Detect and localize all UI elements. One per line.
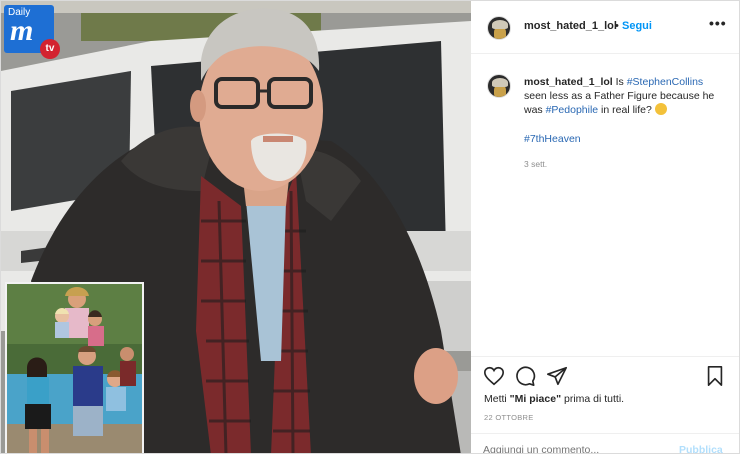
comment-icon[interactable] — [514, 365, 536, 392]
inset-scene — [7, 284, 142, 453]
caption-text-3: in real life? — [598, 104, 655, 116]
caption-hashtag-stephencollins[interactable]: #StephenCollins — [627, 76, 703, 88]
heart-icon[interactable] — [483, 365, 505, 392]
post-caption: most_hated_1_lol Is #StephenCollins seen… — [524, 75, 724, 117]
header-separator: • — [615, 20, 619, 32]
logo-tv-badge: tv — [40, 39, 60, 59]
thinking-face-emoji-icon — [654, 103, 667, 115]
post-header: most_hated_1_lol • Segui ••• — [471, 1, 739, 54]
caption-text-1: Is — [615, 76, 627, 88]
caption-avatar[interactable] — [487, 74, 511, 98]
bookmark-icon[interactable] — [705, 365, 725, 392]
likes-prefix: Metti — [484, 393, 510, 405]
comment-input[interactable] — [483, 444, 673, 453]
more-options-icon[interactable]: ••• — [709, 15, 727, 31]
post-photo[interactable]: Daily m tv — [1, 1, 471, 453]
likes-text: Metti "Mi piace" prima di tutti. — [484, 393, 624, 405]
instagram-post-embed: Daily m tv most_hated_1_lol • Segui ••• … — [0, 0, 740, 454]
publish-button[interactable]: Pubblica — [679, 444, 723, 453]
comment-row: Pubblica — [471, 433, 739, 453]
header-username[interactable]: most_hated_1_lol — [524, 20, 617, 32]
caption-hashtag-7thheaven[interactable]: #7thHeaven — [524, 133, 581, 145]
post-date[interactable]: 22 OTTOBRE — [484, 413, 534, 422]
paper-plane-icon[interactable] — [546, 365, 568, 392]
post-actions: Metti "Mi piace" prima di tutti. 22 OTTO… — [471, 356, 739, 453]
caption-hashtag-pedophile[interactable]: #Pedophile — [546, 104, 599, 116]
likes-suffix: prima di tutti. — [561, 393, 625, 405]
post-sidebar: most_hated_1_lol • Segui ••• most_hated_… — [471, 1, 739, 453]
caption-username[interactable]: most_hated_1_lol — [524, 76, 613, 88]
daily-mail-tv-logo: Daily m tv — [4, 5, 60, 59]
logo-m-letter: m — [10, 14, 34, 47]
follow-button[interactable]: Segui — [622, 20, 652, 32]
post-time-ago[interactable]: 3 sett. — [524, 159, 547, 169]
inset-family-photo — [5, 282, 144, 453]
likes-bold-label[interactable]: "Mi piace" — [510, 393, 561, 405]
user-avatar[interactable] — [487, 16, 511, 40]
